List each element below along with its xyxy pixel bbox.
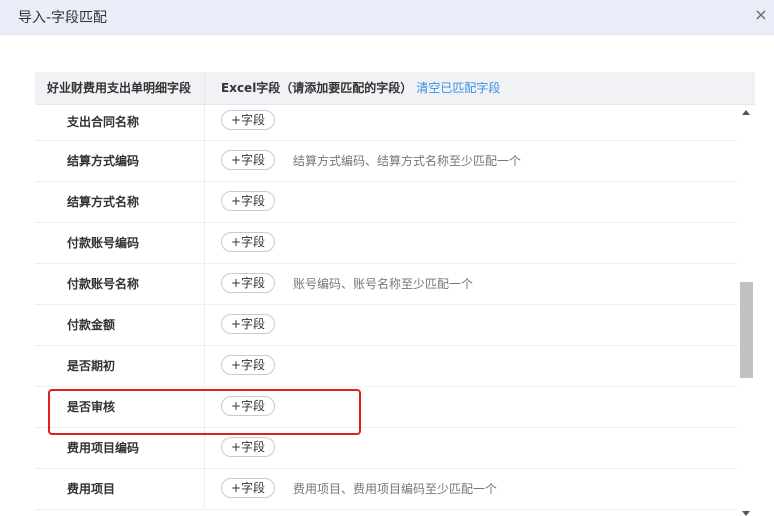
close-icon[interactable]: × bbox=[752, 5, 770, 25]
header-excel-fields: Excel字段（请添加要匹配的字段） 清空已匹配字段 bbox=[221, 72, 500, 104]
field-name: 费用项目 bbox=[67, 482, 116, 496]
column-divider bbox=[204, 223, 205, 263]
table-row: 是否期初 +字段 bbox=[35, 346, 737, 387]
add-field-button[interactable]: +字段 bbox=[221, 314, 275, 334]
add-field-button[interactable]: +字段 bbox=[221, 396, 275, 416]
table-row: 付款金额 +字段 bbox=[35, 305, 737, 346]
header-divider bbox=[204, 72, 205, 104]
match-hint: 账号编码、账号名称至少匹配一个 bbox=[293, 277, 474, 291]
field-name: 是否期初 bbox=[67, 359, 116, 373]
table-row: 支出合同名称 +字段 bbox=[35, 105, 737, 141]
dialog-title: 导入-字段匹配 bbox=[18, 10, 108, 26]
table-header: 好业财费用支出单明细字段 Excel字段（请添加要匹配的字段） 清空已匹配字段 bbox=[35, 72, 755, 105]
table-row: 费用项目编码 +字段 bbox=[35, 428, 737, 469]
column-divider bbox=[204, 469, 205, 509]
column-divider bbox=[204, 305, 205, 345]
table-row: 结算方式名称 +字段 bbox=[35, 182, 737, 223]
add-field-button[interactable]: +字段 bbox=[221, 150, 275, 170]
column-divider bbox=[204, 182, 205, 222]
add-field-button[interactable]: +字段 bbox=[221, 437, 275, 457]
scroll-up-arrow-icon[interactable] bbox=[742, 110, 750, 115]
header-excel-fields-label: Excel字段（请添加要匹配的字段） bbox=[221, 81, 413, 95]
match-hint: 费用项目、费用项目编码至少匹配一个 bbox=[293, 482, 498, 496]
add-field-button[interactable]: +字段 bbox=[221, 273, 275, 293]
column-divider bbox=[204, 428, 205, 468]
scroll-thumb[interactable] bbox=[740, 282, 753, 378]
field-name: 支出合同名称 bbox=[67, 115, 140, 129]
column-divider bbox=[204, 387, 205, 427]
table-row: 是否审核 +字段 bbox=[35, 387, 737, 428]
add-field-button[interactable]: +字段 bbox=[221, 478, 275, 498]
field-name: 付款账号编码 bbox=[67, 236, 140, 250]
column-divider bbox=[204, 141, 205, 181]
scroll-down-arrow-icon[interactable] bbox=[742, 511, 750, 516]
add-field-button[interactable]: +字段 bbox=[221, 191, 275, 211]
field-name: 结算方式名称 bbox=[67, 195, 140, 209]
table-row: 结算方式编码 +字段 结算方式编码、结算方式名称至少匹配一个 bbox=[35, 141, 737, 182]
import-field-mapping-dialog: 导入-字段匹配 × 好业财费用支出单明细字段 Excel字段（请添加要匹配的字段… bbox=[0, 0, 774, 516]
field-name: 费用项目编码 bbox=[67, 441, 140, 455]
header-source-fields: 好业财费用支出单明细字段 bbox=[47, 81, 192, 95]
table-row: 付款账号编码 +字段 bbox=[35, 223, 737, 264]
field-name: 付款金额 bbox=[67, 318, 116, 332]
column-divider bbox=[204, 264, 205, 304]
clear-matched-fields-link[interactable]: 清空已匹配字段 bbox=[416, 81, 500, 95]
add-field-button[interactable]: +字段 bbox=[221, 110, 275, 130]
field-name: 结算方式编码 bbox=[67, 154, 140, 168]
field-mapping-table: 好业财费用支出单明细字段 Excel字段（请添加要匹配的字段） 清空已匹配字段 支… bbox=[35, 72, 755, 516]
match-hint: 结算方式编码、结算方式名称至少匹配一个 bbox=[293, 154, 522, 168]
vertical-scrollbar[interactable] bbox=[738, 105, 755, 516]
table-row: 费用项目 +字段 费用项目、费用项目编码至少匹配一个 bbox=[35, 469, 737, 510]
column-divider bbox=[204, 105, 205, 140]
table-row: 付款账号名称 +字段 账号编码、账号名称至少匹配一个 bbox=[35, 264, 737, 305]
column-divider bbox=[204, 346, 205, 386]
field-name: 是否审核 bbox=[67, 400, 116, 414]
field-name: 付款账号名称 bbox=[67, 277, 140, 291]
add-field-button[interactable]: +字段 bbox=[221, 232, 275, 252]
table-body: 支出合同名称 +字段 结算方式编码 +字段 结算方式编码、结算方式名称至少匹配一… bbox=[35, 105, 737, 516]
add-field-button[interactable]: +字段 bbox=[221, 355, 275, 375]
dialog-title-bar: 导入-字段匹配 × bbox=[0, 0, 774, 35]
